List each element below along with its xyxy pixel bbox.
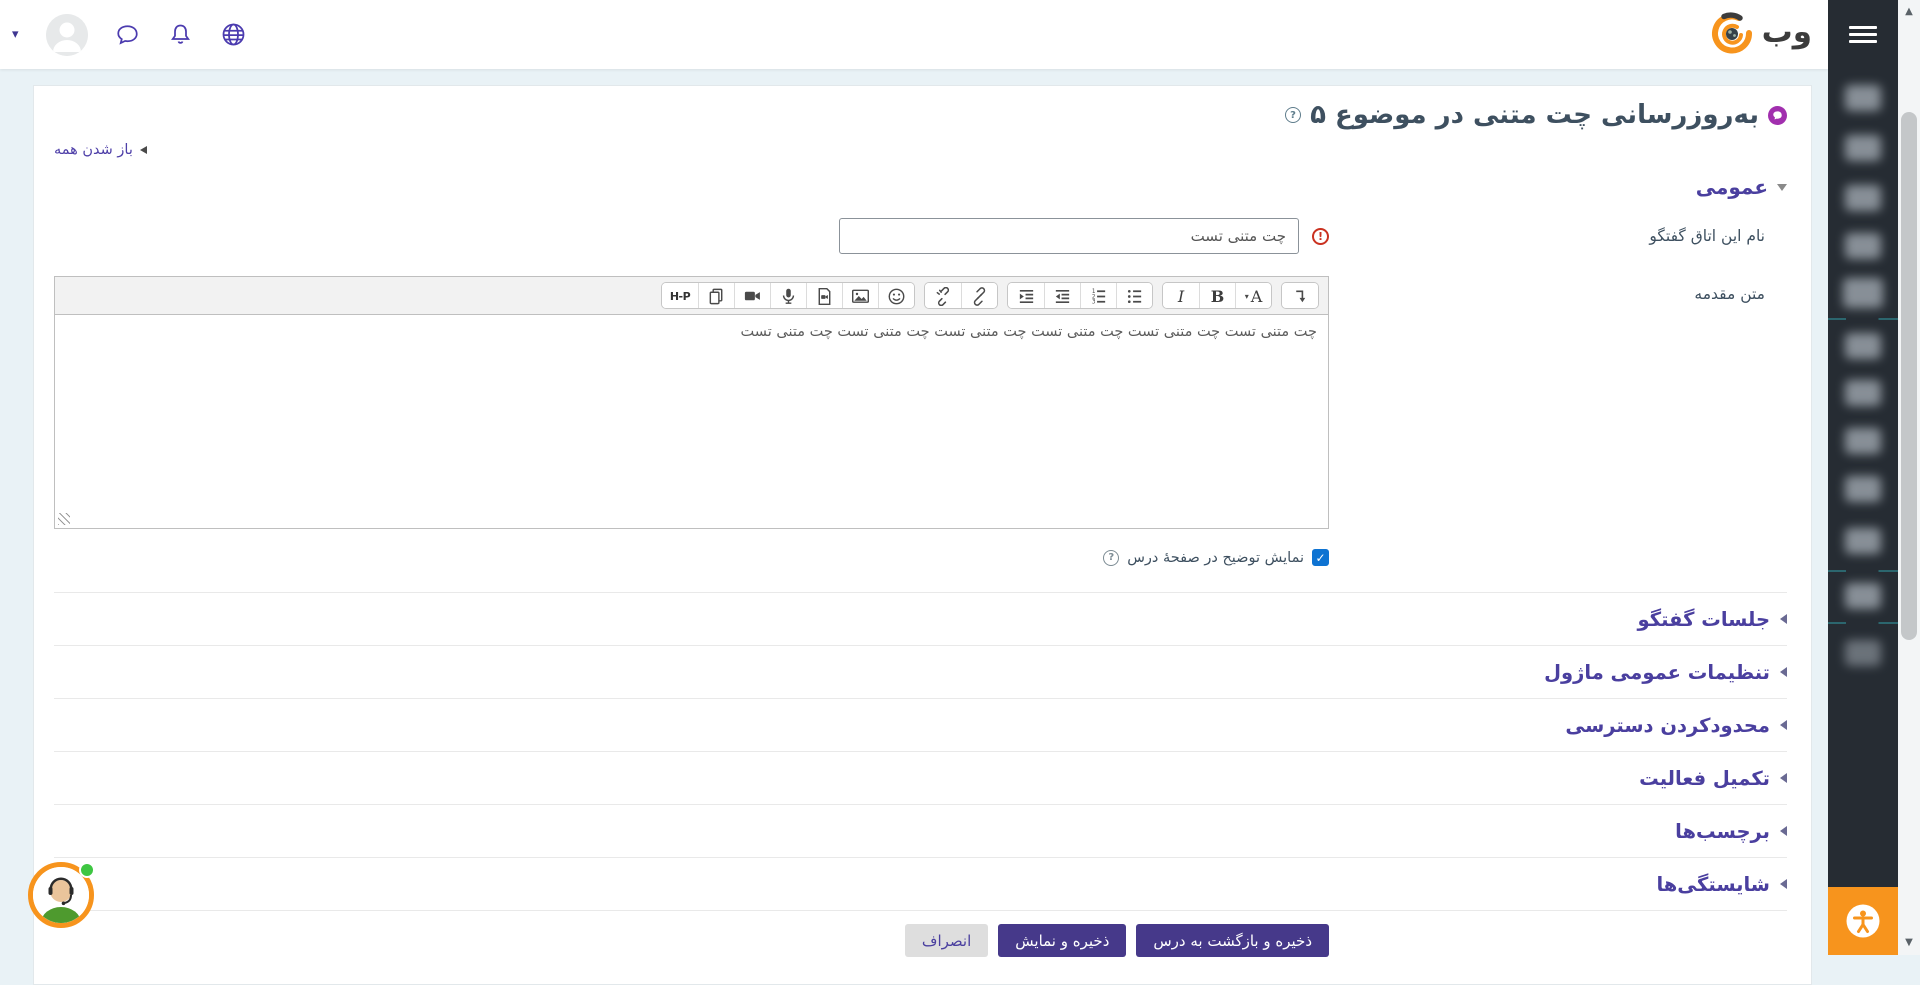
sidebar-item-blurred[interactable] bbox=[1845, 233, 1881, 259]
sidebar-divider bbox=[1828, 570, 1898, 572]
logo-swirl-icon bbox=[1708, 10, 1756, 60]
accessibility-icon bbox=[1844, 902, 1882, 940]
image-icon[interactable] bbox=[842, 283, 878, 309]
sidebar-item-blurred[interactable] bbox=[1843, 278, 1883, 308]
italic-icon[interactable]: I bbox=[1163, 283, 1199, 309]
intro-label: متن مقدمه bbox=[1329, 276, 1787, 303]
expand-all-link[interactable]: باز شدن همه bbox=[54, 142, 133, 158]
toolbar-group-media: H-P bbox=[661, 282, 915, 309]
chat-name-row: نام این اتاق گفتگو ! bbox=[54, 218, 1787, 254]
title-help-icon[interactable]: ? bbox=[1285, 107, 1301, 123]
sidebar-item-blurred[interactable] bbox=[1845, 583, 1881, 609]
expand-all-row: باز شدن همه bbox=[54, 140, 1787, 160]
accessibility-button[interactable] bbox=[1828, 887, 1898, 955]
collapsed-triangle-icon bbox=[1780, 667, 1787, 677]
save-return-button[interactable]: ذخیره و بازگشت به درس bbox=[1136, 924, 1329, 957]
sidebar-item-blurred[interactable] bbox=[1845, 428, 1881, 454]
chevron-down-icon[interactable]: ▾ bbox=[12, 27, 19, 42]
show-description-checkbox[interactable] bbox=[1312, 549, 1329, 566]
collapsed-triangle-icon bbox=[1780, 773, 1787, 783]
toolbar-group-direction bbox=[1281, 282, 1319, 309]
collapsed-triangle-icon bbox=[1780, 720, 1787, 730]
toolbar-group-lists: 123 bbox=[1007, 282, 1153, 309]
font-style-icon[interactable]: ▾A bbox=[1235, 283, 1271, 309]
menu-hamburger-icon[interactable] bbox=[1849, 22, 1877, 47]
collapse-triangle-icon bbox=[140, 146, 147, 154]
microphone-icon[interactable] bbox=[770, 283, 806, 309]
collapsed-triangle-icon bbox=[1780, 879, 1787, 889]
intro-editor-area[interactable]: چت متنی تست چت متنی تست چت متنی تست چت م… bbox=[54, 315, 1329, 529]
section-general-header[interactable]: عمومی bbox=[54, 174, 1787, 200]
section-expanded-caret-icon bbox=[1777, 184, 1787, 191]
sidebar-item-blurred[interactable] bbox=[1845, 380, 1881, 406]
media-file-icon[interactable] bbox=[806, 283, 842, 309]
page-header: به‌روزرسانی چت متنی در موضوع ۵ ? bbox=[54, 98, 1787, 132]
unordered-list-icon[interactable] bbox=[1116, 283, 1152, 309]
chat-module-icon bbox=[1768, 106, 1787, 125]
collapsed-triangle-icon bbox=[1780, 614, 1787, 624]
rtl-direction-icon[interactable] bbox=[1282, 283, 1318, 309]
avatar-icon bbox=[46, 14, 88, 56]
collapsed-sections: جلسات گفتگو تنظیمات عمومی ماژول محدودکرد… bbox=[54, 592, 1787, 910]
section-activity-completion[interactable]: تکمیل فعالیت bbox=[54, 751, 1787, 804]
show-description-row: نمایش توضیح در صفحهٔ درس ? bbox=[54, 549, 1787, 566]
section-general-title: عمومی bbox=[1696, 175, 1768, 199]
section-competencies[interactable]: شایستگی‌ها bbox=[54, 857, 1787, 910]
site-logo[interactable]: وب bbox=[1708, 8, 1812, 62]
topbar: ▾ وب bbox=[0, 0, 1828, 69]
section-chat-sessions[interactable]: جلسات گفتگو bbox=[54, 592, 1787, 645]
section-tags[interactable]: برچسب‌ها bbox=[54, 804, 1787, 857]
sidebar-item-blurred[interactable] bbox=[1845, 333, 1881, 359]
link-icon[interactable] bbox=[961, 283, 997, 309]
video-icon[interactable] bbox=[734, 283, 770, 309]
sidebar-item-blurred[interactable] bbox=[1845, 135, 1881, 161]
section-common-module-settings[interactable]: تنظیمات عمومی ماژول bbox=[54, 645, 1787, 698]
language-globe-icon[interactable] bbox=[221, 22, 247, 48]
show-description-help-icon[interactable]: ? bbox=[1103, 550, 1119, 566]
sidebar-divider bbox=[1828, 622, 1898, 624]
toolbar-group-links bbox=[924, 282, 998, 309]
outdent-icon[interactable] bbox=[1044, 283, 1080, 309]
page-title: به‌روزرسانی چت متنی در موضوع ۵ bbox=[1310, 102, 1759, 128]
show-description-label: نمایش توضیح در صفحهٔ درس bbox=[1127, 550, 1304, 566]
required-field-icon: ! bbox=[1312, 228, 1329, 245]
sidebar-item-blurred[interactable] bbox=[1845, 85, 1881, 111]
online-status-dot bbox=[79, 862, 95, 878]
sidebar-item-blurred[interactable] bbox=[1845, 185, 1881, 211]
section-restrict-access[interactable]: محدودکردن دسترسی bbox=[54, 698, 1787, 751]
sidebar-divider bbox=[1828, 318, 1898, 320]
scrollbar-thumb[interactable] bbox=[1901, 112, 1917, 640]
messages-icon[interactable] bbox=[115, 22, 141, 48]
notifications-bell-icon[interactable] bbox=[168, 22, 194, 48]
right-sidebar bbox=[1828, 0, 1898, 955]
page-scrollbar: ▲ ▼ bbox=[1898, 0, 1920, 955]
topbar-actions: ▾ bbox=[12, 0, 247, 69]
cancel-button[interactable]: انصراف bbox=[905, 924, 988, 957]
unlink-icon[interactable] bbox=[925, 283, 961, 309]
logo-text: وب bbox=[1762, 14, 1812, 56]
chat-name-label: نام این اتاق گفتگو bbox=[1329, 218, 1787, 245]
ordered-list-icon[interactable]: 123 bbox=[1080, 283, 1116, 309]
save-display-button[interactable]: ذخیره و نمایش bbox=[998, 924, 1126, 957]
sidebar-item-blurred[interactable] bbox=[1845, 640, 1881, 666]
svg-text:3: 3 bbox=[1092, 300, 1096, 306]
paste-icon[interactable] bbox=[698, 283, 734, 309]
user-avatar[interactable] bbox=[46, 14, 88, 56]
bold-icon[interactable]: B bbox=[1199, 283, 1235, 309]
toolbar-group-format: I B ▾A bbox=[1162, 282, 1272, 309]
editor-toolbar: H-P bbox=[54, 276, 1329, 315]
form-card: به‌روزرسانی چت متنی در موضوع ۵ ? باز شدن… bbox=[33, 85, 1812, 985]
form-actions: ذخیره و بازگشت به درس ذخیره و نمایش انصر… bbox=[54, 910, 1787, 957]
scroll-down-arrow-icon[interactable]: ▼ bbox=[1898, 935, 1920, 951]
indent-icon[interactable] bbox=[1008, 283, 1044, 309]
sidebar-item-blurred[interactable] bbox=[1845, 528, 1881, 554]
chat-name-input[interactable] bbox=[839, 218, 1299, 254]
intro-row: متن مقدمه H-P bbox=[54, 276, 1787, 529]
sidebar-item-blurred[interactable] bbox=[1845, 476, 1881, 502]
h5p-icon[interactable]: H-P bbox=[662, 283, 698, 309]
support-chat-widget[interactable] bbox=[28, 862, 94, 928]
collapsed-triangle-icon bbox=[1780, 826, 1787, 836]
emoji-icon[interactable] bbox=[878, 283, 914, 309]
scroll-up-arrow-icon[interactable]: ▲ bbox=[1898, 4, 1920, 20]
